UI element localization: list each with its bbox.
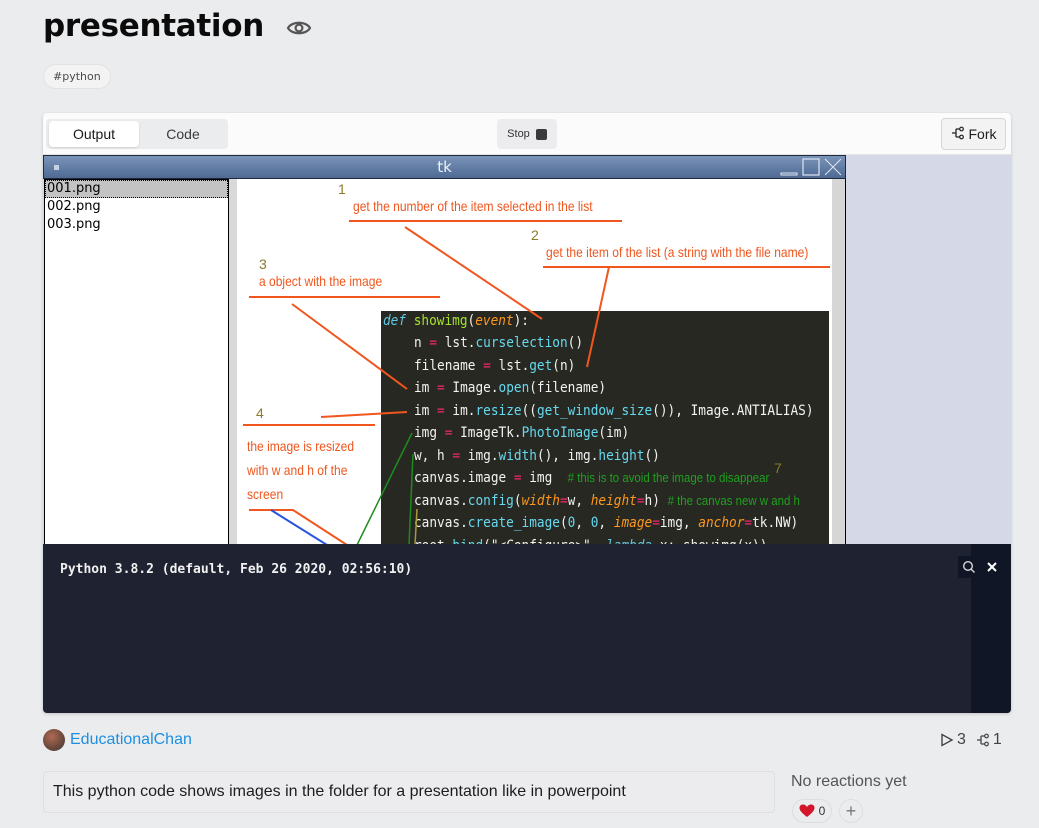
code-line: def showimg(event): [383,313,529,329]
canvas-border [832,179,846,545]
code-line: img = ImageTk.PhotoImage(im) [414,425,630,441]
annotation-text: a object with the image [259,273,383,289]
annotation-text: get the number of the item selected in t… [353,198,593,214]
annotation-text: with w and h of the [247,462,348,478]
annotation-text: screen [247,486,284,502]
eye-icon[interactable] [286,15,312,41]
heart-icon [799,804,815,817]
forks-count: 1 [992,731,1002,748]
author[interactable]: EducationalChan [43,729,192,751]
code-line: n = lst.curselection() [414,335,584,351]
annotation-number: 1 [338,181,346,197]
pointer-5 [249,509,348,545]
code-line: im = im.resize((get_window_size()), Imag… [414,403,814,419]
window-controls [779,157,843,177]
stop-icon [535,128,547,140]
annotation-number: 7 [774,460,782,476]
annotation-number: 3 [259,256,267,272]
code-line: canvas.config(width=w, height=h) # the c… [414,493,800,509]
repl-stats: 3 1 [940,731,1002,749]
code-screenshot: def showimg(event): n = lst.curselection… [381,311,829,545]
console[interactable]: Python 3.8.2 (default, Feb 26 2020, 02:5… [43,544,1011,713]
stop-button[interactable]: Stop [497,119,557,149]
search-icon[interactable] [958,556,980,578]
maximize-icon[interactable] [801,157,821,177]
fork-icon [951,126,965,143]
tab-code[interactable]: Code [140,121,226,147]
runs-stat: 3 [940,731,966,749]
title-row: presentation [43,8,312,44]
annotation-number: 4 [256,405,264,421]
tab-output[interactable]: Output [49,121,139,147]
code-line: w, h = img.width(), img.height() [414,448,660,464]
code-line: canvas.image = img # this is to avoid th… [414,470,770,486]
code-line: canvas.create_image(0, 0, image=img, anc… [414,515,799,531]
forks-stat: 1 [976,731,1002,749]
blue-arrow [270,509,328,545]
close-icon[interactable] [982,556,1002,578]
tk-window-title: tk [437,158,452,176]
tag-python[interactable]: #python [43,64,111,89]
fork-button[interactable]: Fork [941,118,1006,150]
repl-toolbar: Output Code Stop Fork [43,113,1011,155]
play-icon [941,733,954,747]
code-comment: # this is to avoid the image to disappea… [567,470,770,485]
console-output: Python 3.8.2 (default, Feb 26 2020, 02:5… [60,562,413,577]
add-reaction-button[interactable]: + [839,799,863,823]
annotation-text: get the item of the list (a string with … [546,244,809,260]
fork-label: Fork [968,126,997,142]
plus-icon: + [845,800,857,821]
close-window-icon[interactable] [823,157,843,177]
author-link[interactable]: EducationalChan [70,731,192,749]
reactions-label: No reactions yet [791,773,907,790]
annotation-text: the image is resized [247,438,355,454]
tk-window: tk 001.png 002.png 003.png 1 get the num… [43,155,846,545]
heart-reaction-button[interactable]: 0 [792,799,832,823]
code-line: im = Image.open(filename) [414,380,607,396]
code-comment: # the canvas new w and h [667,493,800,508]
list-item[interactable]: 001.png [45,180,228,198]
minimize-icon[interactable] [779,157,799,177]
runs-count: 3 [957,731,966,748]
tk-titlebar[interactable]: tk [43,155,846,179]
page-title: presentation [43,8,264,44]
view-toggle: Output Code [46,119,228,149]
description: This python code shows images in the fol… [43,771,775,813]
annotation-number: 2 [531,227,539,243]
fork-icon [976,733,989,747]
image-canvas: 1 get the number of the item selected in… [237,179,832,545]
list-item[interactable]: 003.png [45,216,228,234]
repl-panel: Output Code Stop Fork tk 001.png 002.png… [43,113,1011,713]
file-listbox[interactable]: 001.png 002.png 003.png [44,179,229,545]
stop-label: Stop [507,128,530,140]
avatar[interactable] [43,729,65,751]
heart-count: 0 [818,804,826,818]
list-item[interactable]: 002.png [45,198,228,216]
code-line: filename = lst.get(n) [414,358,576,374]
pointer-1 [404,226,543,320]
